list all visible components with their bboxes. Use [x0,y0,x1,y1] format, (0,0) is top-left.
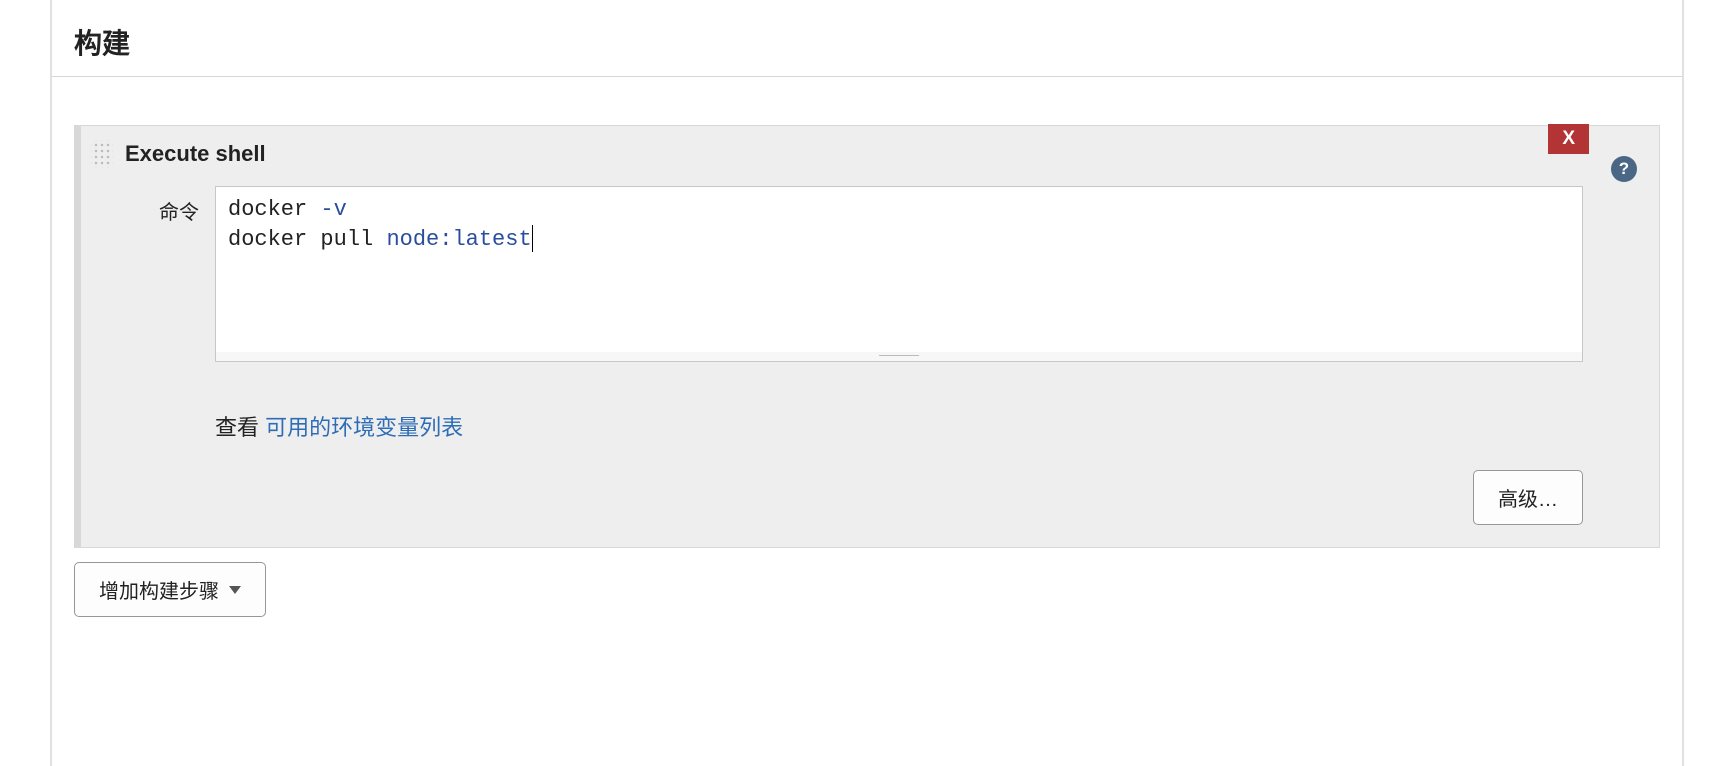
advanced-button-label: 高级… [1498,483,1558,512]
add-build-step-button[interactable]: 增加构建步骤 [74,562,266,617]
code-line: docker pull node:latest [228,225,1570,255]
drag-handle-icon[interactable] [91,140,113,168]
code-line: docker -v [228,195,1570,225]
remove-step-button[interactable]: X [1548,124,1589,154]
build-step-title: Execute shell [125,141,266,167]
build-step-execute-shell: X ? Execute shell 命令 docker -v docker pu… [74,125,1660,548]
shell-command-input[interactable]: docker -v docker pull node:latest [215,186,1583,354]
env-var-list-link[interactable]: 可用的环境变量列表 [265,415,463,440]
env-var-help-text: 查看 可用的环境变量列表 [75,362,1659,442]
help-text-prefix: 查看 [215,415,265,440]
build-config-panel: 构建 X ? Execute shell 命令 docker -v docker… [50,0,1684,766]
advanced-button[interactable]: 高级… [1473,470,1583,525]
section-title: 构建 [52,0,1682,77]
textarea-resize-handle[interactable] [215,352,1583,362]
command-label: 命令 [139,186,215,225]
text-cursor [532,225,533,251]
help-icon[interactable]: ? [1611,156,1637,182]
step-accent-bar [75,126,81,547]
add-build-step-label: 增加构建步骤 [99,575,219,604]
chevron-down-icon [229,586,241,594]
